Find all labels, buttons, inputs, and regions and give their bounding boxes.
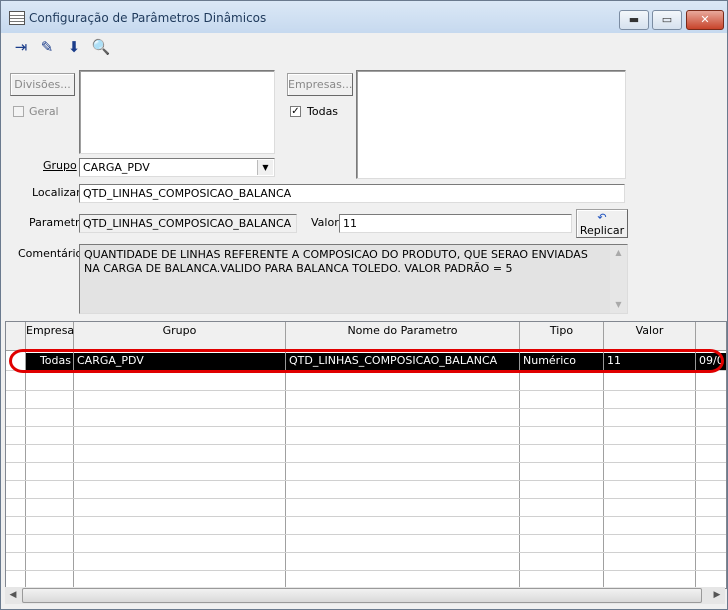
minimize-button[interactable]: ▬ [619,10,649,30]
table-app-icon [9,11,25,25]
comentarios-scrollbar[interactable]: ▲ ▼ [610,245,627,313]
header-valor[interactable]: Valor [604,322,696,350]
localizar-label: Localizar [32,186,81,199]
cell-tipo: Numérico [520,353,604,370]
edit-icon[interactable]: ✎ [35,35,59,59]
save-icon[interactable]: ⬇ [62,35,86,59]
parameters-grid[interactable]: Empresa Grupo Nome do Parametro Tipo Val… [5,321,727,589]
chevron-down-icon[interactable]: ▼ [257,160,273,175]
scroll-up-icon[interactable]: ▲ [610,245,627,261]
title-bar[interactable]: Configuração de Parâmetros Dinâmicos ▬ ▭… [1,1,727,33]
main-window: Configuração de Parâmetros Dinâmicos ▬ ▭… [0,0,728,610]
valor-label: Valor [311,216,339,229]
localizar-input[interactable]: QTD_LINHAS_COMPOSICAO_BALANCA [79,184,625,203]
cell-nome-parametro: QTD_LINHAS_COMPOSICAO_BALANCA [286,353,520,370]
header-extra [696,322,726,350]
search-icon[interactable]: 🔍 [89,35,113,59]
geral-checkbox[interactable] [13,106,24,117]
grupo-dropdown[interactable]: CARGA_PDV ▼ [79,158,275,177]
grid-horizontal-scrollbar[interactable]: ◀ ▶ [5,587,725,604]
geral-label: Geral [29,105,59,118]
scroll-left-icon[interactable]: ◀ [5,587,21,604]
cell-grupo: CARGA_PDV [74,353,286,370]
empresas-list[interactable] [356,70,626,179]
header-nome-parametro[interactable]: Nome do Parametro [286,322,520,350]
empresas-button[interactable]: Empresas... [287,73,353,96]
comentarios-memo[interactable]: QUANTIDADE DE LINHAS REFERENTE A COMPOSI… [79,244,628,314]
todas-label: Todas [307,105,339,118]
grid-header: Empresa Grupo Nome do Parametro Tipo Val… [6,322,726,351]
parametro-field: QTD_LINHAS_COMPOSICAO_BALANCA [79,214,297,233]
replicar-button[interactable]: ↶ Replicar [576,209,628,238]
cell-empresa: Todas [26,353,74,370]
comentarios-label: Comentários [18,247,88,260]
maximize-button[interactable]: ▭ [652,10,682,30]
replicar-label: Replicar [579,224,625,237]
grupo-value: CARGA_PDV [83,161,150,174]
grupo-label: Grupo [43,159,77,172]
comentarios-text: QUANTIDADE DE LINHAS REFERENTE A COMPOSI… [84,248,588,275]
cell-extra: 09/0 [699,354,724,367]
header-empresa[interactable]: Empresa [26,322,74,350]
valor-input[interactable]: 11 [339,214,572,233]
parametro-label: Parametro [29,216,86,229]
divisoes-list[interactable] [79,70,275,154]
window-title: Configuração de Parâmetros Dinâmicos [29,11,267,25]
exit-icon[interactable]: ⇥ [9,35,33,59]
undo-arrow-icon: ↶ [597,211,607,224]
table-row-selected[interactable]: Todas CARGA_PDV QTD_LINHAS_COMPOSICAO_BA… [26,353,726,370]
divisoes-button[interactable]: Divisões... [10,73,75,96]
scroll-thumb[interactable] [22,588,702,603]
scroll-down-icon[interactable]: ▼ [610,297,627,313]
header-grupo[interactable]: Grupo [74,322,286,350]
cell-valor: 11 [604,353,696,370]
header-tipo[interactable]: Tipo [520,322,604,350]
todas-checkbox[interactable]: ✓ [290,106,301,117]
row-indicator-header [6,322,26,350]
scroll-right-icon[interactable]: ▶ [709,587,725,604]
close-button[interactable]: ✕ [686,10,724,30]
